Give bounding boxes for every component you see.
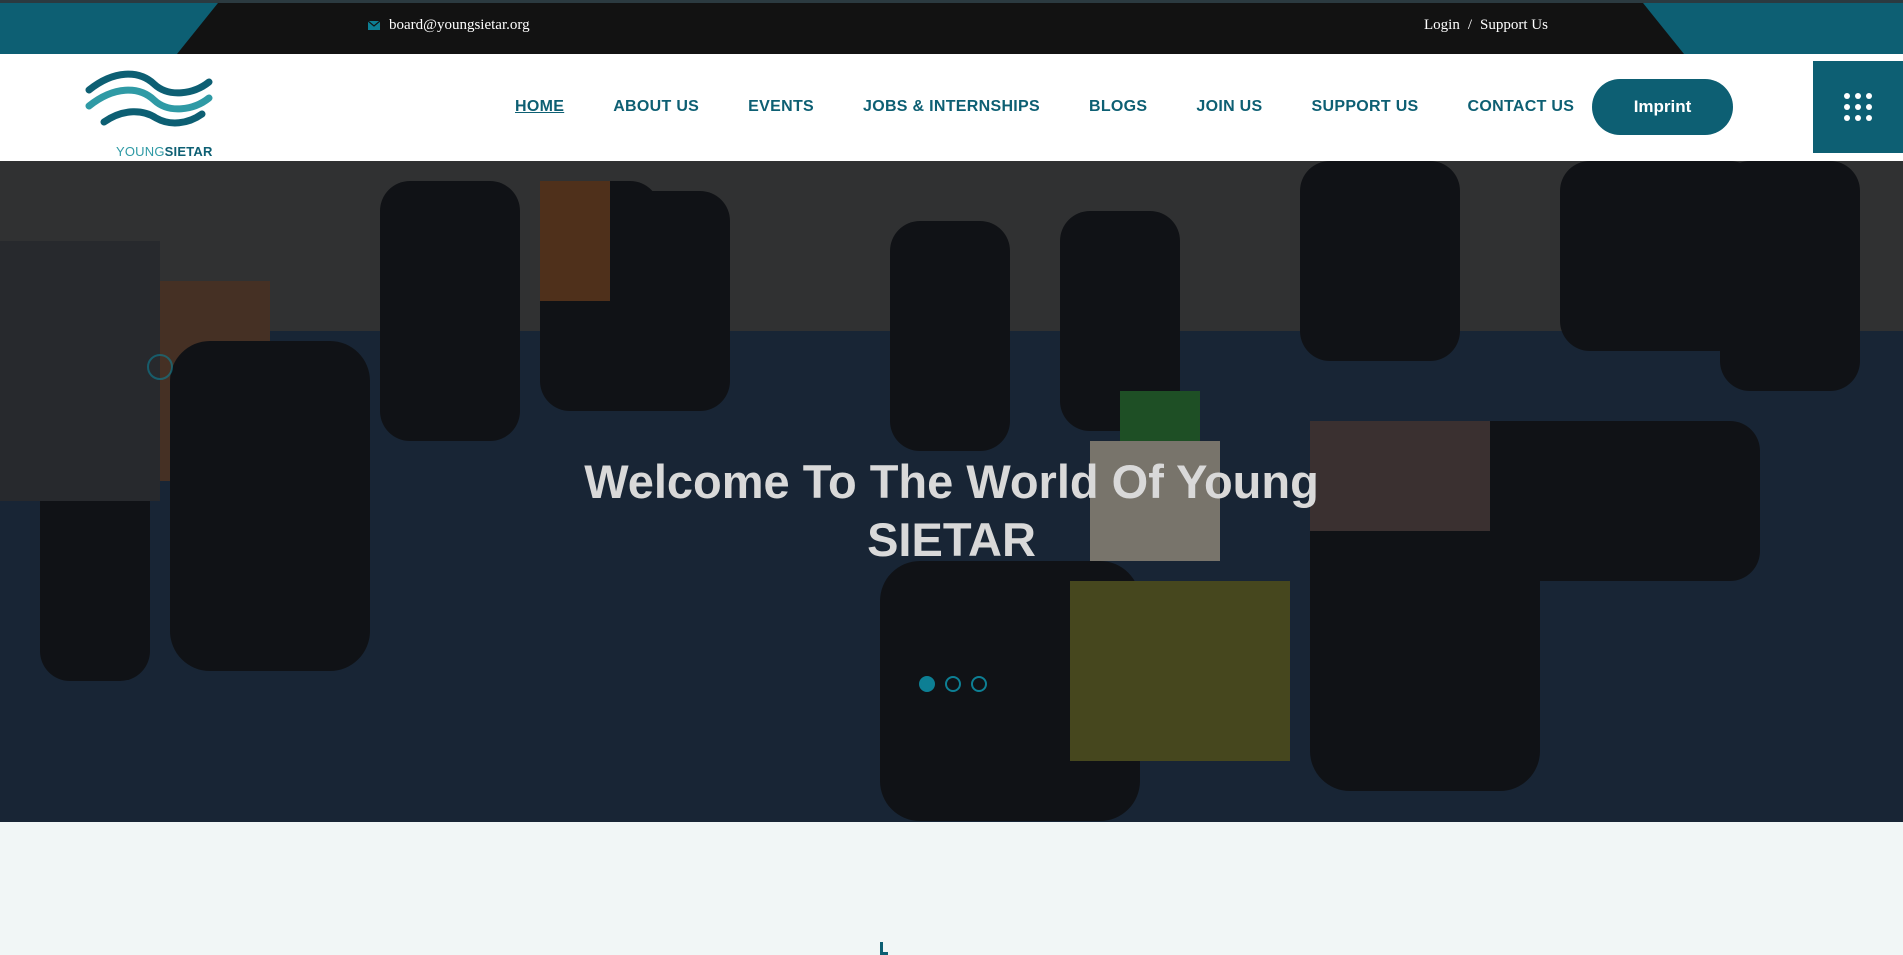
- top-bar-dark-band: [177, 3, 1684, 54]
- grid-menu-icon: [1844, 93, 1872, 121]
- logo[interactable]: YOUNGSIETAR: [84, 64, 214, 159]
- link-separator: /: [1467, 17, 1473, 33]
- slider-dots: [919, 676, 987, 692]
- grid-menu-button[interactable]: [1813, 61, 1903, 153]
- top-bar: board@youngsietar.org Login / Support Us: [0, 0, 1903, 54]
- nav-home[interactable]: HOME: [515, 98, 564, 116]
- slide-dot-2[interactable]: [945, 676, 961, 692]
- nav-events[interactable]: EVENTS: [748, 98, 814, 116]
- logo-waves-icon: [85, 70, 213, 127]
- hero-title: Welcome To The World Of Young SIETAR: [0, 453, 1903, 569]
- nav-join-us[interactable]: JOIN US: [1196, 98, 1262, 116]
- email-text[interactable]: board@youngsietar.org: [389, 17, 530, 34]
- hero-title-line1: Welcome To The World Of Young: [584, 455, 1319, 508]
- hero-slider: Welcome To The World Of Young SIETAR: [0, 161, 1903, 822]
- support-us-link[interactable]: Support Us: [1480, 17, 1548, 34]
- section-heading-fragment: [880, 942, 888, 955]
- mail-icon: [368, 21, 380, 30]
- slide-dot-3[interactable]: [971, 676, 987, 692]
- contact-email[interactable]: board@youngsietar.org: [368, 17, 530, 34]
- main-nav: HOME ABOUT US EVENTS JOBS & INTERNSHIPS …: [515, 98, 1623, 116]
- nav-about-us[interactable]: ABOUT US: [613, 98, 699, 116]
- imprint-button[interactable]: Imprint: [1592, 79, 1733, 135]
- logo-text: YOUNGSIETAR: [116, 144, 213, 159]
- nav-jobs-internships[interactable]: JOBS & INTERNSHIPS: [863, 98, 1040, 116]
- topbar-links: Login / Support Us: [1424, 17, 1548, 34]
- nav-blogs[interactable]: BLOGS: [1089, 98, 1147, 116]
- slide-dot-1[interactable]: [919, 676, 935, 692]
- logo-text-sietar: SIETAR: [164, 144, 213, 159]
- hero-title-line2: SIETAR: [867, 513, 1036, 566]
- login-link[interactable]: Login: [1424, 17, 1460, 34]
- nav-contact-us[interactable]: CONTACT US: [1468, 98, 1575, 116]
- nav-support-us[interactable]: SUPPORT US: [1312, 98, 1419, 116]
- site-header: YOUNGSIETAR HOME ABOUT US EVENTS JOBS & …: [0, 54, 1903, 161]
- hero-ring-icon: [147, 354, 173, 380]
- logo-text-young: YOUNG: [116, 144, 165, 159]
